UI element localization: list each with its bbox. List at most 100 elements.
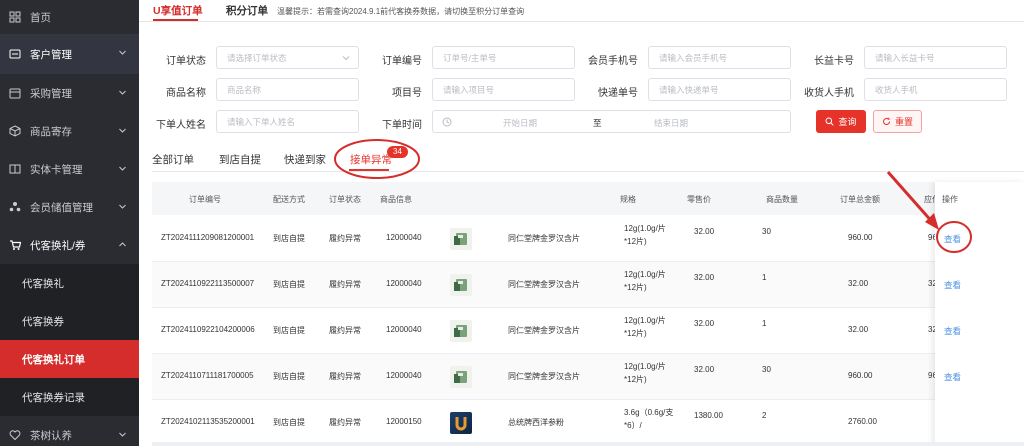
sidebar-item-home[interactable]: 首页 <box>0 0 139 34</box>
member-phone-input[interactable] <box>649 47 790 68</box>
product-code-cell: 12000040 <box>386 325 422 334</box>
horizontal-scrollbar[interactable] <box>152 442 1024 446</box>
order-no-input[interactable] <box>433 47 574 68</box>
member-phone-field[interactable] <box>648 46 791 69</box>
express-no-label: 快递单号 <box>598 88 638 99</box>
quantity-cell: 2 <box>762 411 767 420</box>
tab-u-value-orders[interactable]: U享值订单 <box>153 3 203 18</box>
card-no-input[interactable] <box>865 47 1006 68</box>
heart-icon <box>9 429 21 441</box>
sidebar-item-member-value[interactable]: 会员储值管理 <box>0 188 139 226</box>
order-no-cell: ZT2024111209081200001 <box>161 233 255 242</box>
product-thumbnail <box>450 274 472 296</box>
spec-cell: 12g(1.0g/片*12片) <box>624 270 666 292</box>
product-code-cell: 12000040 <box>386 279 422 288</box>
price-cell: 32.00 <box>694 365 715 374</box>
sidebar-item-physical-cards[interactable]: 实体卡管理 <box>0 150 139 188</box>
status-cell: 履约异常 <box>329 234 361 243</box>
sidebar-item-tea-adoption[interactable]: 茶树认养 <box>0 416 139 446</box>
table-row: ZT2024110922104200006 到店自提 履约异常 12000040 同仁堂… <box>152 308 1024 354</box>
total-cell: 32.00 <box>848 279 869 288</box>
view-link[interactable]: 查看 <box>944 371 961 383</box>
chevron-down-icon <box>119 90 126 95</box>
order-status-select[interactable] <box>216 46 359 69</box>
price-cell: 32.00 <box>694 227 715 236</box>
sidebar-item-exchange[interactable]: 代客换礼/券 <box>0 226 139 264</box>
sidebar-subitem-label: 代客换礼 <box>22 277 64 290</box>
express-no-input[interactable] <box>649 79 790 100</box>
product-thumbnail <box>450 320 472 342</box>
order-time-range[interactable]: 开始日期 至 结束日期 <box>432 110 791 133</box>
refresh-icon <box>882 117 890 125</box>
tab-store-pickup[interactable]: 到店自提 <box>219 152 261 167</box>
reset-button[interactable]: 重置 <box>873 110 922 133</box>
col-price: 零售价 <box>687 195 711 204</box>
orderer-name-input[interactable] <box>217 111 358 132</box>
table-header: 订单编号 配送方式 订单状态 商品信息 规格 零售价 商品数量 订单总金额 应付… <box>152 182 1024 215</box>
cube-icon <box>9 125 21 137</box>
sidebar-subitem-gift-orders[interactable]: 代客换礼订单 <box>0 340 139 378</box>
actions-column: 操作 <box>935 182 1024 446</box>
card-no-field[interactable] <box>864 46 1007 69</box>
quantity-cell: 30 <box>762 227 771 236</box>
order-no-label: 订单编号 <box>382 56 422 67</box>
chevron-up-icon <box>119 242 126 247</box>
sidebar-subitem-label: 代客换礼订单 <box>22 353 85 366</box>
col-spec: 规格 <box>620 195 636 204</box>
sidebar-subitem-gift-exchange[interactable]: 代客换礼 <box>0 264 139 302</box>
sidebar-subitem-label: 代客换券记录 <box>22 391 85 404</box>
sub-tab-indicator <box>349 169 389 171</box>
view-link[interactable]: 查看 <box>944 233 961 245</box>
card-no-label: 长益卡号 <box>814 56 854 67</box>
sidebar-item-customers[interactable]: 客户管理 <box>0 34 139 74</box>
sidebar-subitem-coupon-exchange[interactable]: 代客换券 <box>0 302 139 340</box>
express-no-field[interactable] <box>648 78 791 101</box>
table-row: ZT2024110922113500007 到店自提 履约异常 12000040 同仁堂… <box>152 262 1024 308</box>
quantity-cell: 1 <box>762 319 767 328</box>
order-no-cell: ZT2024110922104200006 <box>161 325 255 334</box>
date-separator: 至 <box>593 118 602 128</box>
table-row: ZT2024111209081200001 到店自提 履约异常 12000040 同仁堂… <box>152 216 1024 262</box>
price-cell: 1380.00 <box>694 411 723 420</box>
contact-card-icon <box>9 48 21 60</box>
col-quantity: 商品数量 <box>766 195 798 204</box>
sidebar-item-label: 商品寄存 <box>30 125 72 138</box>
tab-order-exception[interactable]: 接单异常 <box>350 152 392 167</box>
product-name-input[interactable] <box>217 79 358 100</box>
table-row: ZT2024110711181700005 到店自提 履约异常 12000040 同仁堂… <box>152 354 1024 400</box>
product-code-cell: 12000040 <box>386 371 422 380</box>
col-actions: 操作 <box>942 195 958 204</box>
table-row: ZT2024102113535200001 到店自提 履约异常 12000150 总统牌… <box>152 400 1024 446</box>
total-cell: 2760.00 <box>848 417 877 426</box>
sidebar-item-purchasing[interactable]: 采购管理 <box>0 74 139 112</box>
start-date-placeholder[interactable]: 开始日期 <box>503 117 537 129</box>
order-time-label: 下单时间 <box>382 120 422 131</box>
order-status-input[interactable] <box>217 47 358 68</box>
receiver-phone-input[interactable] <box>865 79 1006 100</box>
product-name-field[interactable] <box>216 78 359 101</box>
receiver-phone-field[interactable] <box>864 78 1007 101</box>
orderer-name-field[interactable] <box>216 110 359 133</box>
spec-cell: 12g(1.0g/片*12片) <box>624 316 666 338</box>
tab-points-orders[interactable]: 积分订单 <box>226 3 268 18</box>
sidebar-item-label: 首页 <box>30 11 51 24</box>
item-no-field[interactable] <box>432 78 575 101</box>
sidebar-item-label: 代客换礼/券 <box>30 239 86 252</box>
sidebar-item-storage[interactable]: 商品寄存 <box>0 112 139 150</box>
chevron-down-icon <box>119 128 126 133</box>
col-product-info: 商品信息 <box>380 195 412 204</box>
search-button[interactable]: 查询 <box>816 110 866 133</box>
reset-button-label: 重置 <box>894 117 913 127</box>
item-no-input[interactable] <box>433 79 574 100</box>
total-cell: 32.00 <box>848 325 869 334</box>
tab-all-orders[interactable]: 全部订单 <box>152 152 194 167</box>
view-link[interactable]: 查看 <box>944 279 961 291</box>
order-no-field[interactable] <box>432 46 575 69</box>
member-phone-label: 会员手机号 <box>588 56 638 67</box>
end-date-placeholder[interactable]: 结束日期 <box>654 117 688 129</box>
sidebar-subitem-coupon-records[interactable]: 代客换券记录 <box>0 378 139 416</box>
price-cell: 32.00 <box>694 319 715 328</box>
view-link[interactable]: 查看 <box>944 325 961 337</box>
grid-icon <box>9 11 21 23</box>
tab-express-delivery[interactable]: 快递到家 <box>284 152 326 167</box>
